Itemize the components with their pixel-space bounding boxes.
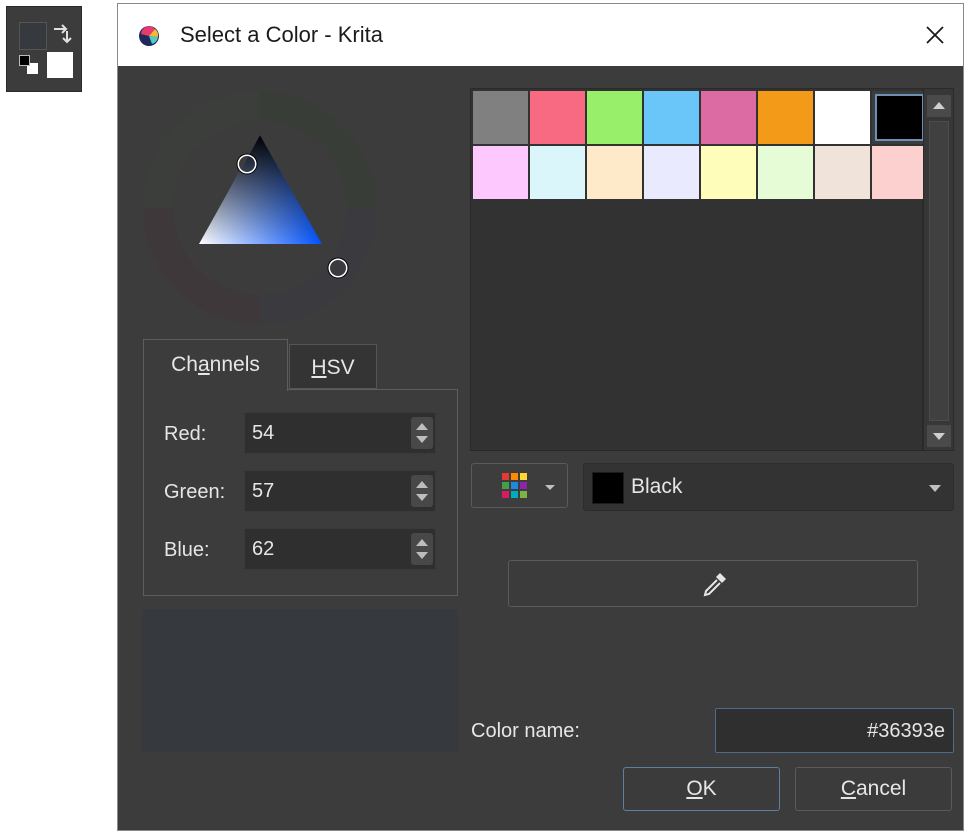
background-color-swatch[interactable] [47,52,73,78]
tab-channels-label-c: nnels [209,353,260,376]
red-stepper[interactable] [411,417,433,449]
blue-value: 62 [252,538,275,560]
cancel-label-a: C [840,777,856,800]
color-preview [142,609,458,752]
red-value: 54 [252,422,275,444]
palette-swatch[interactable] [473,91,528,144]
title-bar: Select a Color - Krita [118,4,963,66]
palette-swatch-grid[interactable] [470,88,927,451]
palette-swatch[interactable] [530,91,585,144]
eyedropper-icon [703,573,726,597]
palette-swatch[interactable] [644,91,699,144]
palette-swatch[interactable] [530,146,585,199]
palette-swatch[interactable] [644,146,699,199]
scroll-up-button[interactable] [927,95,951,117]
reset-colors-button[interactable] [19,55,30,66]
blue-label: Blue: [164,539,210,561]
palette-swatch[interactable] [758,91,813,144]
dropdown-arrow-icon [929,485,941,492]
color-wheel-selector[interactable] [144,92,376,324]
color-name-value: #36393e [867,720,945,742]
palette-swatch[interactable] [587,91,642,144]
palette-grid-icon [502,473,527,498]
green-value: 57 [252,480,275,502]
scroll-track[interactable] [929,121,949,421]
palette-swatch[interactable] [815,91,870,144]
palette-swatch[interactable] [872,91,927,144]
color-name-input[interactable]: #36393e [715,708,954,753]
cancel-label-b: ancel [855,777,907,800]
selected-swatch-name: Black [631,475,683,498]
fg-bg-color-widget[interactable] [6,6,82,92]
color-name-label: Color name: [471,720,580,742]
palette-swatch[interactable] [815,146,870,199]
palette-swatch[interactable] [872,146,927,199]
swap-colors-icon[interactable] [51,23,73,45]
tab-hsv[interactable]: HSV [289,344,377,389]
tab-channels-label-a: Ch [171,353,198,376]
eyedropper-button[interactable] [508,560,918,607]
red-spinbox[interactable]: 54 [244,412,436,454]
window-title: Select a Color - Krita [180,22,383,47]
chevron-down-icon [545,485,555,490]
swatch-select-dropdown[interactable]: Black [583,463,954,511]
scroll-down-button[interactable] [927,425,951,447]
green-label: Green: [164,481,226,503]
ok-label-a: O [686,777,703,800]
select-color-dialog: Select a Color - Krita Channels HSV Red:… [117,3,964,831]
selected-swatch-chip [592,472,624,504]
tab-hsv-label-a: H [311,356,327,379]
close-icon[interactable] [913,12,957,58]
blue-stepper[interactable] [411,533,433,565]
tab-channels-label-b: a [197,353,210,376]
ok-label-b: K [702,777,717,800]
red-label: Red: [164,423,207,445]
tab-channels[interactable]: Channels [143,339,288,391]
blue-spinbox[interactable]: 62 [244,528,436,570]
tab-hsv-label-b: SV [326,356,355,379]
palette-swatch[interactable] [587,146,642,199]
palette-chooser-button[interactable] [471,463,568,508]
cancel-button[interactable]: Cancel [795,767,952,811]
palette-scrollbar[interactable] [923,88,954,451]
ok-button[interactable]: OK [623,767,780,811]
palette-swatch[interactable] [701,91,756,144]
foreground-color-swatch[interactable] [19,22,47,50]
channels-panel: Red: 54 Green: 57 Blue: 62 [143,389,458,596]
green-spinbox[interactable]: 57 [244,470,436,512]
palette-swatch[interactable] [473,146,528,199]
krita-logo-icon [139,26,159,46]
palette-swatch[interactable] [758,146,813,199]
green-stepper[interactable] [411,475,433,507]
palette-swatch[interactable] [701,146,756,199]
